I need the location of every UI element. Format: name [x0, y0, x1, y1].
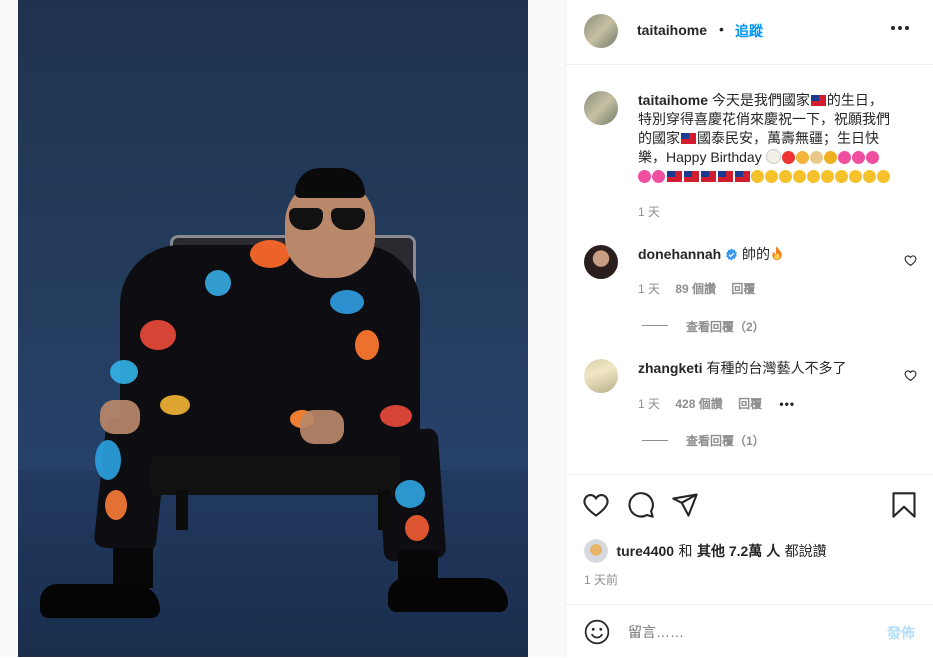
more-horizontal-icon[interactable] [891, 26, 909, 32]
comment-body: zhangketi 有種的台灣藝人不多了 [638, 359, 898, 378]
comment-body: donehannah 帥的 [638, 245, 898, 264]
verified-badge-icon [726, 248, 737, 261]
comment-time[interactable]: 1 天 [638, 282, 660, 296]
comment-username[interactable]: zhangketi [638, 360, 703, 376]
liker-username[interactable]: ture4400 [616, 543, 674, 559]
suit-print [250, 240, 290, 268]
post-photo[interactable] [0, 0, 565, 657]
studio-floor [18, 470, 528, 657]
comment-bubble-icon[interactable] [627, 491, 655, 519]
suit-print [110, 360, 138, 384]
view-replies-line [642, 440, 668, 441]
fire-emoji-icon [772, 246, 782, 261]
author-username[interactable]: taitaihome [637, 22, 707, 38]
comment-likes[interactable]: 428 個讚 [675, 397, 722, 411]
man-hand [100, 400, 140, 434]
view-replies-button[interactable]: 查看回覆（1） [686, 432, 765, 449]
caption-emoji-run-2 [638, 168, 891, 184]
man-hair [295, 168, 365, 198]
post-actions: ture4400 和 其他 7.2萬 人 都說讚 1 天前 [566, 474, 933, 615]
comment-username[interactable]: donehannah [638, 246, 721, 262]
paper-plane-icon[interactable] [671, 491, 699, 519]
view-replies-button[interactable]: 查看回覆（2） [686, 318, 765, 335]
post-header: taitaihome • 追蹤 [566, 0, 933, 65]
caption-emoji-run-1 [765, 149, 880, 165]
post-comment-button[interactable]: 發佈 [887, 623, 915, 643]
suit-print [380, 405, 412, 427]
comment-text: 有種的台灣藝人不多了 [706, 360, 847, 376]
heart-icon[interactable] [582, 491, 610, 519]
comment-meta: 1 天 428 個讚 回覆 ••• [638, 395, 795, 412]
suit-print [395, 480, 425, 508]
commenter-avatar[interactable] [584, 245, 618, 279]
suit-print [140, 320, 176, 350]
comment-time[interactable]: 1 天 [638, 397, 660, 411]
taiwan-flag-emoji [810, 95, 826, 106]
follow-button[interactable]: 追蹤 [735, 21, 763, 41]
suit-print [330, 290, 364, 314]
caption-username[interactable]: taitaihome [638, 92, 708, 108]
add-comment-bar: 發佈 [566, 604, 933, 658]
chair-leg [176, 490, 188, 530]
suit-print [95, 440, 121, 480]
likes-conj: 和 [678, 543, 693, 559]
sunglasses [289, 208, 367, 232]
reply-button[interactable]: 回覆 [738, 397, 762, 411]
suit-print [105, 490, 127, 520]
comment-like-heart-icon[interactable] [904, 254, 917, 267]
caption-author-avatar[interactable] [584, 91, 618, 125]
suit-print [160, 395, 190, 415]
taiwan-flag-emoji [681, 133, 696, 144]
chair-leg [378, 490, 390, 530]
post-side-panel: taitaihome • 追蹤 taitaihome 今天是我們國家 的生日， 特… [565, 0, 933, 657]
likes-others-link[interactable]: 其他 7.2萬 人 [697, 543, 780, 559]
man-hand [300, 410, 344, 444]
comment-meta: 1 天 89 個讚 回覆 [638, 280, 755, 297]
suit-print [355, 330, 379, 360]
post-timestamp[interactable]: 1 天前 [584, 571, 618, 588]
smiley-icon[interactable] [584, 619, 610, 645]
man-sock [113, 548, 153, 588]
likes-summary: ture4400 和 其他 7.2萬 人 都說讚 [584, 539, 924, 563]
comment-like-heart-icon[interactable] [904, 369, 917, 382]
likes-suffix: 都說讚 [784, 543, 827, 559]
man-shoe [40, 584, 160, 618]
comment-likes[interactable]: 89 個讚 [675, 282, 716, 296]
bookmark-icon[interactable] [891, 491, 917, 519]
caption-time[interactable]: 1 天 [638, 203, 660, 220]
more-horizontal-icon[interactable]: ••• [779, 397, 795, 411]
post-caption: taitaihome 今天是我們國家 的生日， 特別穿得喜慶花俏來慶祝一下，祝願我… [638, 91, 920, 186]
separator-dot: • [719, 21, 724, 37]
comment-text: 帥的 [742, 246, 771, 262]
suit-print [205, 270, 231, 296]
suit-print [405, 515, 429, 541]
comments-list: taitaihome 今天是我們國家 的生日， 特別穿得喜慶花俏來慶祝一下，祝願我… [566, 65, 933, 473]
liker-avatar[interactable] [584, 539, 608, 563]
reply-button[interactable]: 回覆 [731, 282, 755, 296]
man-shoe [388, 578, 508, 612]
chair-seat [150, 455, 400, 495]
comment-input[interactable] [626, 620, 870, 644]
view-replies-line [642, 325, 668, 326]
commenter-avatar[interactable] [584, 359, 618, 393]
author-avatar[interactable] [584, 14, 618, 48]
